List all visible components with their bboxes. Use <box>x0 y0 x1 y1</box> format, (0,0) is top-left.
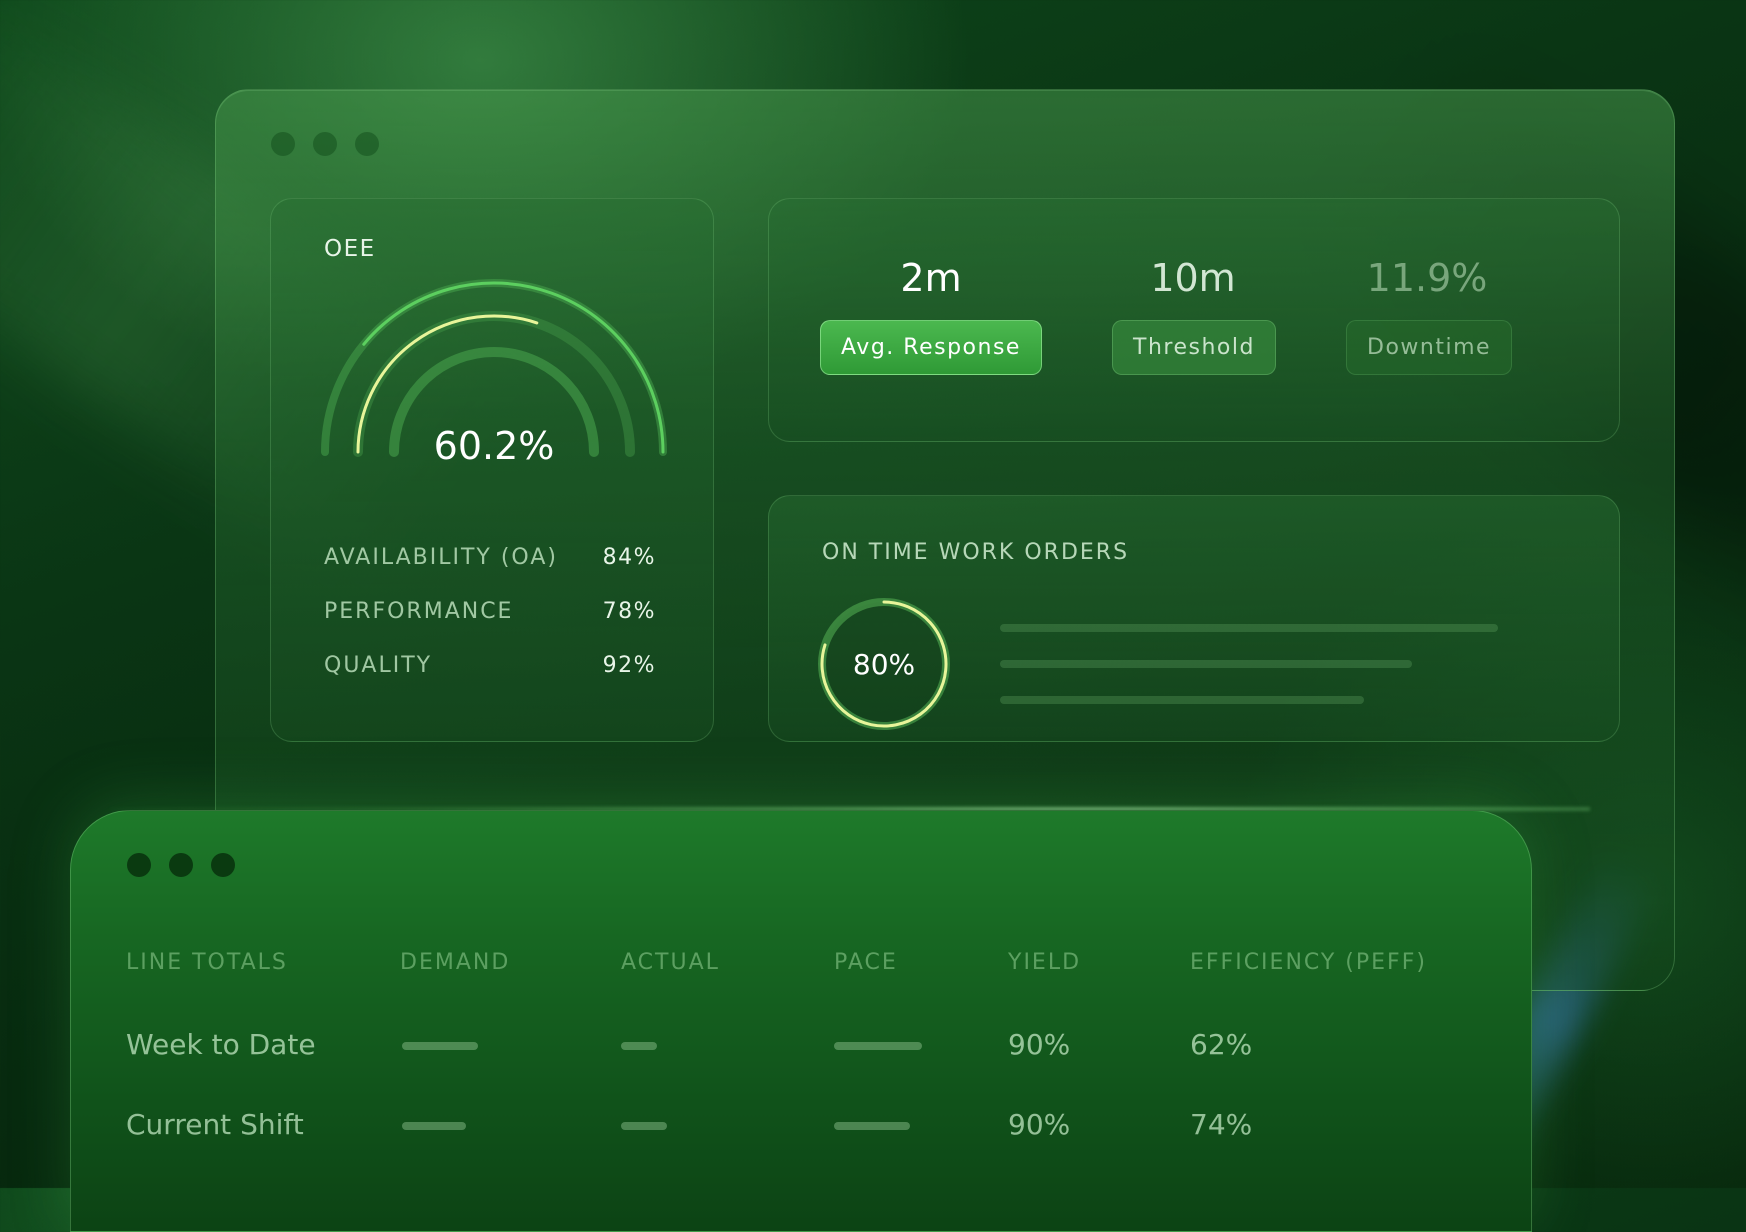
efficiency-value: 74% <box>1190 1108 1253 1141</box>
window-maximize-dot[interactable] <box>211 853 235 877</box>
metric-value: 92% <box>602 652 656 678</box>
threshold-tab[interactable]: Threshold <box>1112 320 1276 375</box>
demand-placeholder <box>402 1042 478 1050</box>
yield-value: 90% <box>1008 1028 1071 1061</box>
window-minimize-dot[interactable] <box>169 853 193 877</box>
window-close-dot[interactable] <box>271 132 295 156</box>
window-maximize-dot[interactable] <box>355 132 379 156</box>
oee-value: 60.2% <box>433 424 555 468</box>
table-row[interactable]: Week to Date 90% 62% <box>126 1028 1506 1108</box>
column-header: YIELD <box>1008 950 1082 975</box>
on-time-value: 80% <box>852 648 916 681</box>
yield-value: 90% <box>1008 1108 1071 1141</box>
downtime-tab[interactable]: Downtime <box>1346 320 1513 375</box>
metric-value: 78% <box>602 598 656 624</box>
avg-response-tab[interactable]: Avg. Response <box>820 320 1042 375</box>
metric-label: AVAILABILITY (OA) <box>324 544 558 570</box>
table-header-row: LINE TOTALS DEMAND ACTUAL PACE YIELD EFF… <box>126 938 1506 1028</box>
metric-row-availability: AVAILABILITY (OA) 84% <box>324 530 656 584</box>
metric-label: QUALITY <box>324 652 433 678</box>
kpi-avg-response: 2m Avg. Response <box>820 256 1042 375</box>
column-header: PACE <box>834 950 898 975</box>
placeholder-line <box>1000 624 1498 632</box>
oee-title: OEE <box>324 236 376 262</box>
metric-row-quality: QUALITY 92% <box>324 638 656 692</box>
pace-placeholder <box>834 1122 910 1130</box>
window-controls <box>271 132 379 156</box>
metric-label: PERFORMANCE <box>324 598 514 624</box>
placeholder-line <box>1000 696 1364 704</box>
metric-value: 84% <box>602 544 656 570</box>
line-totals-table: LINE TOTALS DEMAND ACTUAL PACE YIELD EFF… <box>126 938 1506 1188</box>
kpi-value: 2m <box>900 256 962 300</box>
window-controls <box>127 853 235 877</box>
column-header: EFFICIENCY (PEFF) <box>1190 950 1427 975</box>
kpi-downtime: 11.9% Downtime <box>1346 256 1513 375</box>
column-header: ACTUAL <box>621 950 720 975</box>
kpi-value: 10m <box>1150 256 1236 300</box>
efficiency-value: 62% <box>1190 1028 1253 1061</box>
placeholder-line <box>1000 660 1412 668</box>
window-close-dot[interactable] <box>127 853 151 877</box>
demand-placeholder <box>402 1122 466 1130</box>
actual-placeholder <box>621 1042 657 1050</box>
kpi-value: 11.9% <box>1366 256 1488 300</box>
row-name: Week to Date <box>126 1028 316 1061</box>
pace-placeholder <box>834 1042 922 1050</box>
table-row[interactable]: Current Shift 90% 74% <box>126 1108 1506 1188</box>
actual-placeholder <box>621 1122 667 1130</box>
row-name: Current Shift <box>126 1108 304 1141</box>
on-time-work-orders-title: ON TIME WORK ORDERS <box>822 540 1130 565</box>
column-header: DEMAND <box>400 950 511 975</box>
oee-metrics-list: AVAILABILITY (OA) 84% PERFORMANCE 78% QU… <box>324 530 656 692</box>
metric-row-performance: PERFORMANCE 78% <box>324 584 656 638</box>
window-minimize-dot[interactable] <box>313 132 337 156</box>
kpi-threshold: 10m Threshold <box>1112 256 1276 375</box>
column-header: LINE TOTALS <box>126 950 288 975</box>
